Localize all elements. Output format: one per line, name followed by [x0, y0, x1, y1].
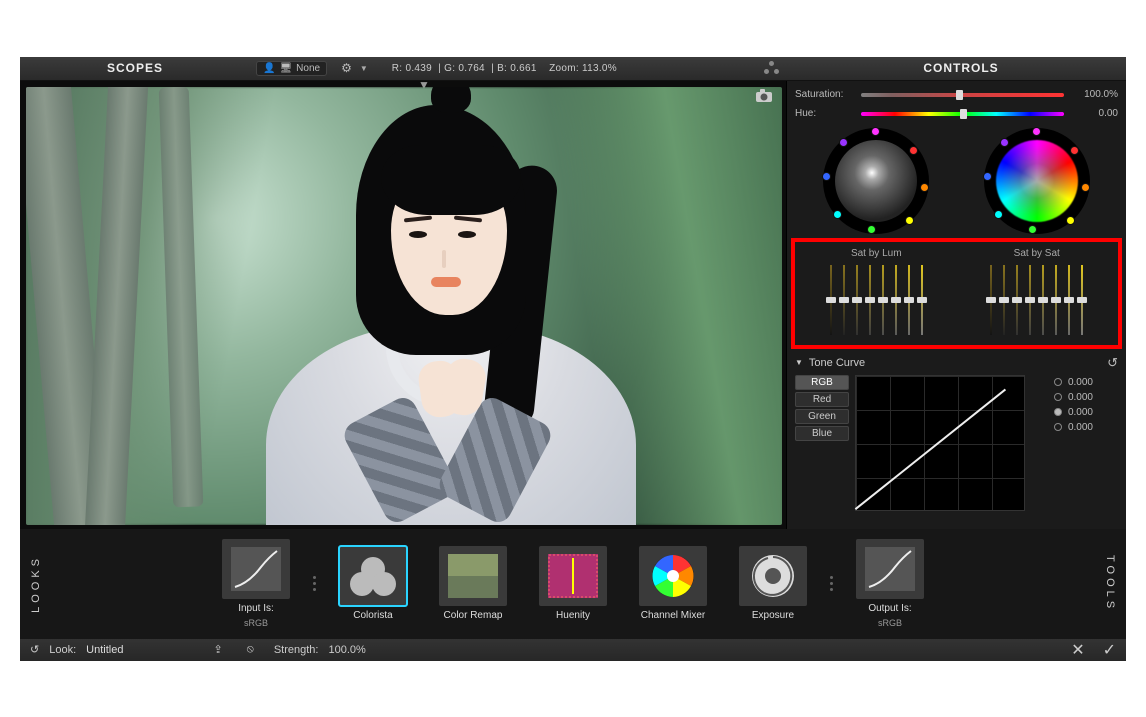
cancel-button[interactable]: ✕ — [1071, 640, 1084, 660]
vert-slider[interactable] — [1078, 265, 1086, 335]
monitor-icon: 🖥 — [279, 63, 292, 74]
vert-slider[interactable] — [892, 265, 900, 335]
hue-slider[interactable] — [861, 112, 1064, 116]
hue-label: Hue: — [795, 108, 861, 119]
collapse-icon[interactable]: ▼ — [795, 358, 803, 367]
sat-sliders-highlight: Sat by Lum Sat by Sat — [791, 238, 1122, 349]
tool-tile-exposure[interactable]: Exposure — [730, 546, 816, 621]
sat-by-sat-group: Sat by Sat — [962, 248, 1113, 335]
channel-rgb-button[interactable]: RGB — [795, 375, 849, 390]
tone-curve-header[interactable]: ▼ Tone Curve ↺ — [795, 355, 1118, 371]
vert-slider[interactable] — [853, 265, 861, 335]
scopes-title: SCOPES — [20, 61, 250, 75]
top-bar: SCOPES 👤 🖥 None ⚙ ▼ R: 0.439 | G: 0.764 … — [20, 57, 1126, 81]
vert-slider[interactable] — [1026, 265, 1034, 335]
strength-label: Strength: — [274, 644, 319, 656]
curve-val-2[interactable]: 0.000 — [1068, 407, 1093, 418]
tools-label[interactable]: TOOLS — [1104, 555, 1116, 612]
curve-val-3[interactable]: 0.000 — [1068, 422, 1093, 433]
sat-by-sat-sliders[interactable] — [962, 265, 1113, 335]
tone-curve-label: Tone Curve — [809, 357, 865, 369]
sat-by-sat-label: Sat by Sat — [962, 248, 1113, 259]
vert-slider[interactable] — [879, 265, 887, 335]
chevron-down-icon[interactable]: ▼ — [360, 64, 368, 73]
channel-green-button[interactable]: Green — [795, 409, 849, 424]
saturation-row: Saturation: 100.0% — [795, 87, 1118, 103]
looks-label[interactable]: LOOKS — [30, 555, 42, 613]
curve-values: 0.000 0.000 0.000 0.000 — [1031, 375, 1093, 511]
sat-by-lum-sliders[interactable] — [801, 265, 952, 335]
tool-tile-input-is-[interactable]: Input Is:sRGB — [213, 539, 299, 628]
vert-slider[interactable] — [1039, 265, 1047, 335]
hue-value[interactable]: 0.00 — [1072, 108, 1118, 119]
vert-slider[interactable] — [987, 265, 995, 335]
tool-tile-colorista[interactable]: Colorista — [330, 546, 416, 621]
disable-icon[interactable]: ⦸ — [247, 643, 254, 656]
link-dots — [313, 576, 316, 591]
vert-slider[interactable] — [866, 265, 874, 335]
tool-tile-channel-mixer[interactable]: Channel Mixer — [630, 546, 716, 621]
look-name[interactable]: Untitled — [86, 644, 123, 656]
export-icon[interactable]: ⇪ — [213, 643, 222, 656]
vert-slider[interactable] — [918, 265, 926, 335]
hue-row: Hue: 0.00 — [795, 106, 1118, 122]
undo-icon[interactable]: ↺ — [30, 643, 39, 656]
saturation-slider[interactable] — [861, 93, 1064, 97]
vert-slider[interactable] — [905, 265, 913, 335]
layer-label: None — [296, 63, 320, 74]
reset-icon[interactable]: ↺ — [1107, 355, 1118, 371]
curve-val-1[interactable]: 0.000 — [1068, 392, 1093, 403]
link-dots — [830, 576, 833, 591]
viewer-panel: ▼ — [20, 81, 786, 529]
preview-image[interactable] — [26, 87, 782, 525]
camera-icon[interactable] — [756, 89, 772, 102]
curve-val-0[interactable]: 0.000 — [1068, 377, 1093, 388]
gear-icon[interactable]: ⚙ — [341, 61, 352, 75]
vert-slider[interactable] — [1052, 265, 1060, 335]
tool-tile-huenity[interactable]: Huenity — [530, 546, 616, 621]
topbar-mid: 👤 🖥 None ⚙ ▼ R: 0.439 | G: 0.764 | B: 0.… — [250, 61, 796, 76]
channel-red-button[interactable]: Red — [795, 392, 849, 407]
tool-strip: LOOKS Input Is:sRGB ColoristaColor RemapH… — [20, 529, 1126, 639]
controls-panel: Saturation: 100.0% Hue: 0.00 — [786, 81, 1126, 529]
rgb-readout: R: 0.439 | G: 0.764 | B: 0.661 Zoom: 113… — [392, 63, 617, 74]
hue-sat-wheel[interactable] — [984, 128, 1090, 234]
layer-selector[interactable]: 👤 🖥 None — [256, 61, 327, 76]
tool-tile-color-remap[interactable]: Color Remap — [430, 546, 516, 621]
sat-by-lum-label: Sat by Lum — [801, 248, 952, 259]
saturation-label: Saturation: — [795, 89, 861, 100]
vert-slider[interactable] — [827, 265, 835, 335]
channel-blue-button[interactable]: Blue — [795, 426, 849, 441]
controls-title: CONTROLS — [796, 61, 1126, 75]
person-icon: 👤 — [263, 63, 275, 74]
scope-dots-icon[interactable] — [762, 61, 782, 75]
channel-list: RGB Red Green Blue — [795, 375, 849, 511]
saturation-value[interactable]: 100.0% — [1072, 89, 1118, 100]
tone-curve-graph[interactable] — [855, 375, 1025, 511]
vert-slider[interactable] — [1000, 265, 1008, 335]
sat-by-lum-group: Sat by Lum — [801, 248, 952, 335]
vert-slider[interactable] — [840, 265, 848, 335]
strength-value[interactable]: 100.0% — [328, 644, 365, 656]
apply-button[interactable]: ✓ — [1103, 640, 1116, 660]
status-bar: ↺ Look: Untitled ⇪ ⦸ Strength: 100.0% ✕ … — [20, 639, 1126, 661]
look-label: Look: — [49, 644, 76, 656]
tool-tile-output-is-[interactable]: Output Is:sRGB — [847, 539, 933, 628]
hue-shift-wheel[interactable] — [823, 128, 929, 234]
vert-slider[interactable] — [1065, 265, 1073, 335]
vert-slider[interactable] — [1013, 265, 1021, 335]
